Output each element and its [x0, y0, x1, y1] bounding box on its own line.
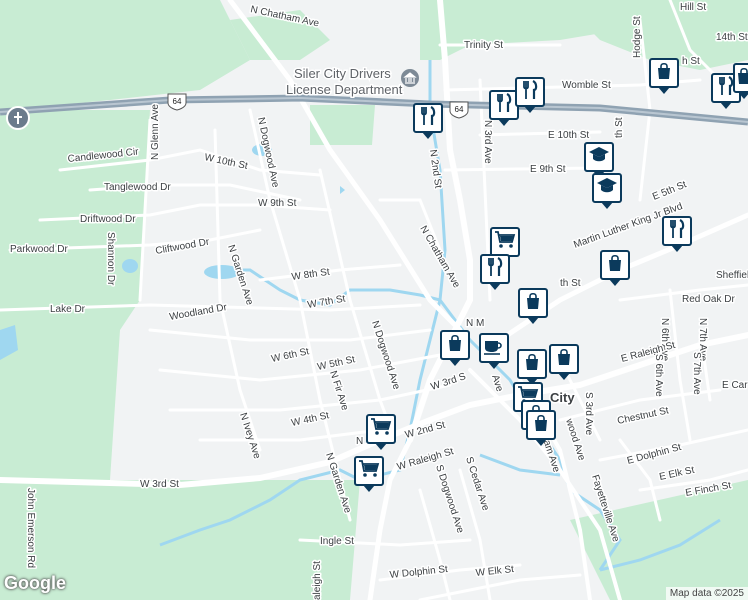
street-label: 14th St: [716, 32, 748, 43]
dmv-label-line1[interactable]: Siler City Drivers: [293, 65, 393, 83]
shopping-bag-icon: [735, 67, 748, 90]
marker-cart-3[interactable]: [366, 414, 396, 450]
svg-text:64: 64: [173, 97, 182, 106]
shopping-bag-icon: [606, 254, 624, 277]
coffee-icon: [483, 337, 505, 360]
marker-school-1[interactable]: [584, 142, 614, 178]
street-label: N Chatham Ave: [417, 224, 462, 290]
dmv-label-line2[interactable]: License Department: [285, 81, 405, 99]
marker-coffee-1[interactable]: [479, 333, 509, 369]
marker-shopping-7[interactable]: [549, 344, 579, 380]
street-label: Tanglewood Dr: [104, 182, 171, 193]
street-label: Red Oak Dr: [682, 294, 735, 305]
city-label: City: [550, 390, 575, 405]
map-attribution[interactable]: Map data ©2025: [665, 587, 748, 600]
street-label: Lake Dr: [50, 304, 86, 315]
street-label: N 3rd Ave: [482, 120, 493, 164]
marker-school-2[interactable]: [592, 173, 622, 209]
shopping-bag-icon: [555, 348, 573, 371]
marker-shopping-3[interactable]: [600, 250, 630, 286]
street-label: W 9th St: [258, 198, 297, 209]
restaurant-icon: [521, 79, 539, 105]
restaurant-icon: [495, 92, 513, 118]
street-label: W 10th St: [203, 152, 248, 172]
google-logo[interactable]: Google: [4, 573, 66, 594]
street-label: W 6th St: [270, 346, 310, 365]
school-icon: [588, 146, 610, 169]
street-label: Cliftwood Dr: [155, 237, 211, 257]
shopping-cart-icon: [494, 230, 516, 254]
street-label: E 5th St: [651, 179, 688, 203]
street-label: S 7th Ave: [691, 352, 702, 395]
street-label: E 9th St: [530, 164, 566, 175]
marker-shopping-6[interactable]: [517, 349, 547, 385]
street-label: th St: [614, 117, 625, 138]
shopping-bag-icon: [523, 353, 541, 376]
street-label: N: [356, 436, 363, 447]
street-label: E Dolphin St: [626, 442, 683, 467]
highway-shield-right: 64: [449, 101, 469, 119]
shopping-bag-icon: [532, 414, 550, 437]
street-label: Hill St: [680, 2, 706, 13]
marker-cart-4[interactable]: [354, 456, 384, 492]
street-label: Womble St: [562, 80, 611, 91]
street-label: E Elk St: [658, 465, 695, 483]
marker-cart-1[interactable]: [490, 227, 520, 263]
street-label: W 4th St: [290, 410, 330, 429]
marker-shopping-1[interactable]: [649, 58, 679, 94]
marker-shopping-9[interactable]: [526, 410, 556, 446]
street-label: W Dolphin St: [389, 564, 448, 581]
marker-shopping-4[interactable]: [518, 288, 548, 324]
shopping-cart-icon: [358, 459, 380, 483]
street-label: Ingle St: [320, 536, 354, 547]
church-icon[interactable]: [6, 106, 30, 130]
street-label: aleigh St: [312, 561, 323, 600]
street-label: h St: [682, 56, 700, 67]
marker-restaurant-3[interactable]: [515, 77, 545, 113]
street-label: N M: [466, 318, 484, 329]
street-label: E Car: [722, 380, 748, 391]
street-label: Trinity St: [464, 40, 503, 51]
street-label: S Cedar Ave: [463, 456, 491, 513]
school-icon: [596, 177, 618, 200]
street-label: John Emerson Rd: [25, 488, 36, 568]
highway-shield-left: 64: [167, 93, 187, 111]
street-label: Shannon Dr: [105, 232, 116, 286]
marker-shopping-2[interactable]: [733, 63, 748, 99]
dmv-poi-icon[interactable]: [401, 69, 419, 87]
restaurant-icon: [419, 105, 437, 131]
map-canvas: 64 64 Siler City Drivers License Departm…: [0, 0, 748, 600]
street-label: N 2nd St: [427, 149, 443, 189]
marker-restaurant-5[interactable]: [662, 216, 692, 252]
street-label: S 3rd Ave: [583, 392, 594, 436]
street-label: W Elk St: [475, 564, 514, 579]
street-label: Sheffiel: [716, 270, 748, 281]
street-label: Chestnut St: [616, 405, 670, 427]
svg-text:64: 64: [455, 105, 464, 114]
street-label: Parkwood Dr: [10, 244, 68, 255]
street-label: W 8th St: [291, 267, 331, 283]
street-label: N Glenn Ave: [150, 104, 161, 160]
street-label: E 10th St: [548, 130, 589, 141]
street-label: th St: [560, 278, 581, 289]
street-label: N Ivey Ave: [237, 412, 262, 461]
restaurant-icon: [486, 256, 504, 282]
shopping-bag-icon: [524, 292, 542, 315]
map-viewport[interactable]: 64 64 Siler City Drivers License Departm…: [0, 0, 748, 600]
shopping-cart-icon: [370, 417, 392, 441]
shopping-bag-icon: [655, 62, 673, 85]
marker-shopping-5[interactable]: [440, 330, 470, 366]
marker-restaurant-1[interactable]: [413, 103, 443, 139]
shopping-bag-icon: [446, 334, 464, 357]
street-label: Hodge St: [632, 16, 643, 58]
marker-restaurant-6[interactable]: [480, 254, 510, 290]
street-label: W 3rd St: [140, 479, 179, 490]
restaurant-icon: [668, 218, 686, 244]
street-label: Driftwood Dr: [80, 214, 136, 225]
street-label: S 6th Ave: [653, 354, 664, 397]
